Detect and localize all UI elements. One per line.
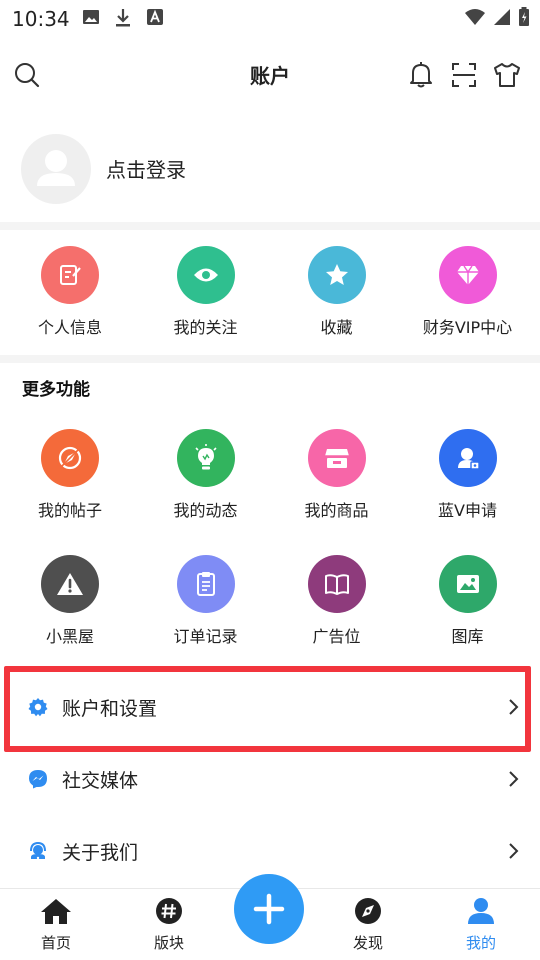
post-button[interactable] xyxy=(234,874,304,944)
nav-home[interactable]: 首页 xyxy=(16,897,96,953)
default-avatar-icon xyxy=(37,150,75,186)
ad-space-item[interactable]: 广告位 xyxy=(271,555,402,647)
status-right-icons xyxy=(464,7,530,27)
status-bar: 10:34 xyxy=(0,0,540,36)
nav-sections[interactable]: 版块 xyxy=(129,897,209,953)
gallery-item[interactable]: 图库 xyxy=(402,555,533,647)
more-functions-title: 更多功能 xyxy=(22,380,90,400)
book-icon xyxy=(307,555,366,613)
account-page: 10:34 账户 点击登录 个人信息 我的关注 收藏 财务VIP中心 更多功能 … xyxy=(0,0,540,960)
messenger-icon xyxy=(29,770,47,789)
my-activity-item[interactable]: 我的动态 xyxy=(140,429,271,521)
quick-action-favorites[interactable]: 收藏 xyxy=(271,246,402,338)
more-functions-row-1: 我的帖子 我的动态 我的商品 蓝V申请 xyxy=(0,429,540,521)
my-posts-item[interactable]: 我的帖子 xyxy=(0,429,140,521)
bulb-icon xyxy=(176,429,235,487)
support-icon xyxy=(30,841,46,860)
font-icon xyxy=(147,9,163,25)
social-media-row[interactable]: 社交媒体 xyxy=(0,747,540,811)
divider xyxy=(0,222,540,230)
scan-icon[interactable] xyxy=(449,60,479,90)
signal-icon xyxy=(494,9,510,25)
diamond-icon xyxy=(438,246,497,304)
compass-icon xyxy=(41,429,99,487)
image-icon xyxy=(83,10,99,24)
user-icon xyxy=(468,898,494,924)
status-time: 10:34 xyxy=(12,7,70,31)
row-label: 社交媒体 xyxy=(62,770,139,792)
quick-action-profile-info[interactable]: 个人信息 xyxy=(0,246,140,338)
clipboard-icon xyxy=(176,555,235,613)
download-icon xyxy=(116,9,130,27)
wifi-icon xyxy=(465,9,485,25)
status-left-icons xyxy=(82,8,164,28)
home-icon xyxy=(41,899,71,924)
warning-icon xyxy=(41,555,99,613)
bell-icon[interactable] xyxy=(406,60,436,90)
divider xyxy=(0,355,540,363)
eye-icon xyxy=(176,246,235,304)
chevron-right-icon xyxy=(509,843,519,859)
row-label: 关于我们 xyxy=(62,842,139,864)
quick-action-vip-center[interactable]: 财务VIP中心 xyxy=(402,246,533,338)
quick-action-following[interactable]: 我的关注 xyxy=(140,246,271,338)
nav-discover[interactable]: 发现 xyxy=(328,897,408,953)
compass-nav-icon xyxy=(355,898,381,924)
blacklist-item[interactable]: 小黑屋 xyxy=(0,555,140,647)
app-header: 账户 xyxy=(0,48,540,100)
quick-actions: 个人信息 我的关注 收藏 财务VIP中心 xyxy=(0,246,540,338)
badge-user-icon xyxy=(438,429,497,487)
order-records-item[interactable]: 订单记录 xyxy=(140,555,271,647)
hashtag-icon xyxy=(156,898,182,924)
star-icon xyxy=(307,246,366,304)
tshirt-icon[interactable] xyxy=(492,60,522,90)
shop-icon xyxy=(307,429,366,487)
chevron-right-icon xyxy=(509,771,519,787)
login-link[interactable]: 点击登录 xyxy=(106,154,186,183)
edit-icon xyxy=(41,246,99,304)
my-products-item[interactable]: 我的商品 xyxy=(271,429,402,521)
highlight-box xyxy=(4,666,531,752)
picture-icon xyxy=(438,555,497,613)
blue-v-apply-item[interactable]: 蓝V申请 xyxy=(402,429,533,521)
profile-section[interactable]: 点击登录 xyxy=(0,112,540,222)
more-functions-row-2: 小黑屋 订单记录 广告位 图库 xyxy=(0,555,540,647)
avatar[interactable] xyxy=(21,134,91,204)
nav-mine[interactable]: 我的 xyxy=(441,897,521,953)
battery-icon xyxy=(519,7,529,26)
plus-icon xyxy=(253,893,285,925)
